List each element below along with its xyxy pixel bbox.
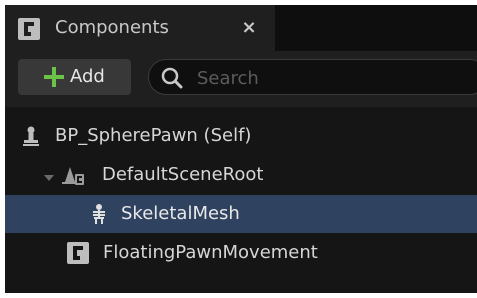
search-input[interactable] — [195, 63, 469, 93]
chevron-down-icon[interactable] — [43, 169, 55, 181]
components-panel: Components × Add Search BP_SpherePawn (S… — [5, 5, 477, 293]
component-class-icon — [18, 18, 40, 40]
tree-item-label: BP_SpherePawn (Self) — [55, 125, 252, 146]
tree-item-self[interactable]: BP_SpherePawn (Self) — [5, 117, 477, 155]
tree-item-label: SkeletalMesh — [121, 203, 240, 224]
component-class-icon — [67, 242, 89, 264]
toolbar: Add — [5, 51, 477, 107]
tab-components[interactable]: Components × — [5, 5, 275, 51]
plus-icon — [42, 65, 66, 89]
scene-component-icon — [61, 164, 84, 186]
tree-item-label: FloatingPawnMovement — [103, 242, 318, 263]
tab-bar: Components × — [5, 5, 477, 51]
add-button[interactable]: Add — [18, 59, 131, 95]
pawn-icon — [20, 125, 42, 147]
tab-title: Components — [55, 17, 169, 38]
tree-item-default-scene-root[interactable]: DefaultSceneRoot — [5, 156, 477, 194]
tree-item-label: DefaultSceneRoot — [102, 164, 264, 185]
component-tree: BP_SpherePawn (Self) DefaultSceneRoot Sk… — [5, 107, 477, 293]
search-box[interactable] — [148, 59, 477, 95]
add-button-label: Add — [70, 66, 105, 87]
close-icon[interactable]: × — [237, 16, 261, 40]
tree-item-skeletal-mesh[interactable]: SkeletalMesh — [5, 195, 477, 233]
skeletal-mesh-icon — [88, 203, 110, 225]
search-icon — [161, 67, 183, 89]
tree-item-floating-pawn-movement[interactable]: FloatingPawnMovement — [5, 234, 477, 272]
